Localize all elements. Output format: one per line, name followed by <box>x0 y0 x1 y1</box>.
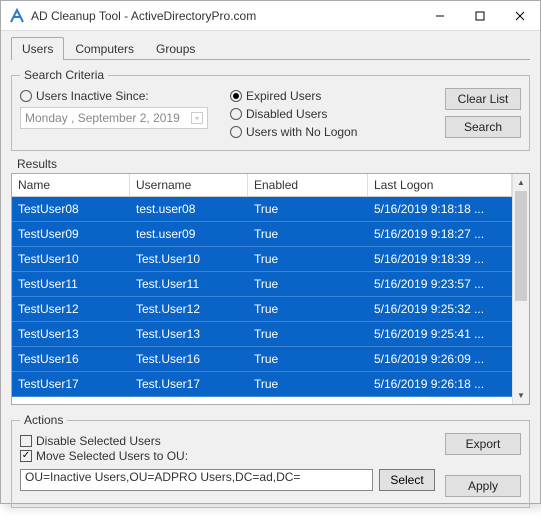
export-button[interactable]: Export <box>445 433 521 455</box>
cell-enabled: True <box>248 227 368 241</box>
minimize-button[interactable] <box>420 1 460 31</box>
results-grid: Name Username Enabled Last Logon TestUse… <box>11 173 530 405</box>
cell-name: TestUser12 <box>12 302 130 316</box>
chevron-down-icon: ▾ <box>191 112 203 124</box>
check-disable-selected[interactable]: Disable Selected Users <box>20 434 435 448</box>
cell-username: Test.User17 <box>130 377 248 391</box>
vertical-scrollbar[interactable]: ▲ ▼ <box>512 174 529 404</box>
table-row[interactable]: TestUser12Test.User12True5/16/2019 9:25:… <box>12 297 512 322</box>
scroll-up-icon[interactable]: ▲ <box>513 174 529 191</box>
radio-icon <box>230 126 242 138</box>
clear-list-button[interactable]: Clear List <box>445 88 521 110</box>
cell-username: test.user09 <box>130 227 248 241</box>
col-header-name[interactable]: Name <box>12 174 130 196</box>
cell-enabled: True <box>248 302 368 316</box>
window-title: AD Cleanup Tool - ActiveDirectoryPro.com <box>31 9 420 23</box>
cell-enabled: True <box>248 327 368 341</box>
cell-username: Test.User16 <box>130 352 248 366</box>
cell-lastlogon: 5/16/2019 9:18:39 ... <box>368 252 512 266</box>
cell-name: TestUser10 <box>12 252 130 266</box>
search-criteria-legend: Search Criteria <box>20 68 108 82</box>
cell-enabled: True <box>248 277 368 291</box>
table-row[interactable]: TestUser09test.user09True5/16/2019 9:18:… <box>12 222 512 247</box>
select-ou-button[interactable]: Select <box>379 469 435 491</box>
cell-name: TestUser17 <box>12 377 130 391</box>
radio-disabled-users[interactable]: Disabled Users <box>230 107 421 121</box>
date-picker[interactable]: Monday , September 2, 2019 ▾ <box>20 107 208 129</box>
actions-legend: Actions <box>20 413 67 427</box>
apply-button[interactable]: Apply <box>445 475 521 497</box>
col-header-enabled[interactable]: Enabled <box>248 174 368 196</box>
radio-label: Users with No Logon <box>246 125 357 139</box>
app-window: AD Cleanup Tool - ActiveDirectoryPro.com… <box>0 0 541 504</box>
checkbox-label: Disable Selected Users <box>36 434 161 448</box>
cell-name: TestUser13 <box>12 327 130 341</box>
cell-enabled: True <box>248 377 368 391</box>
scroll-thumb[interactable] <box>515 191 527 301</box>
titlebar: AD Cleanup Tool - ActiveDirectoryPro.com <box>1 1 540 31</box>
grid-body: TestUser08test.user08True5/16/2019 9:18:… <box>12 197 512 397</box>
cell-username: Test.User13 <box>130 327 248 341</box>
actions-group: Actions Disable Selected Users Move Sele… <box>11 413 530 508</box>
table-row[interactable]: TestUser08test.user08True5/16/2019 9:18:… <box>12 197 512 222</box>
tab-strip: Users Computers Groups <box>11 37 530 60</box>
table-row[interactable]: TestUser10Test.User10True5/16/2019 9:18:… <box>12 247 512 272</box>
cell-lastlogon: 5/16/2019 9:25:41 ... <box>368 327 512 341</box>
radio-expired-users[interactable]: Expired Users <box>230 89 421 103</box>
radio-no-logon[interactable]: Users with No Logon <box>230 125 421 139</box>
col-header-lastlogon[interactable]: Last Logon <box>368 174 512 196</box>
close-button[interactable] <box>500 1 540 31</box>
tab-groups[interactable]: Groups <box>145 37 206 60</box>
client-area: Users Computers Groups Search Criteria U… <box>1 31 540 524</box>
cell-lastlogon: 5/16/2019 9:26:18 ... <box>368 377 512 391</box>
results-label: Results <box>11 157 530 171</box>
radio-label: Expired Users <box>246 89 321 103</box>
table-row[interactable]: TestUser11Test.User11True5/16/2019 9:23:… <box>12 272 512 297</box>
date-value: Monday , September 2, 2019 <box>25 111 180 125</box>
cell-enabled: True <box>248 352 368 366</box>
table-row[interactable]: TestUser16Test.User16True5/16/2019 9:26:… <box>12 347 512 372</box>
cell-name: TestUser08 <box>12 202 130 216</box>
cell-username: Test.User11 <box>130 277 248 291</box>
radio-icon <box>20 90 32 102</box>
cell-lastlogon: 5/16/2019 9:18:27 ... <box>368 227 512 241</box>
radio-label: Users Inactive Since: <box>36 89 149 103</box>
checkbox-icon <box>20 450 32 462</box>
cell-enabled: True <box>248 202 368 216</box>
radio-label: Disabled Users <box>246 107 327 121</box>
checkbox-label: Move Selected Users to OU: <box>36 449 188 463</box>
cell-lastlogon: 5/16/2019 9:18:18 ... <box>368 202 512 216</box>
tab-users[interactable]: Users <box>11 37 64 60</box>
grid-header: Name Username Enabled Last Logon <box>12 174 512 197</box>
cell-username: Test.User12 <box>130 302 248 316</box>
checkbox-icon <box>20 435 32 447</box>
cell-lastlogon: 5/16/2019 9:26:09 ... <box>368 352 512 366</box>
cell-username: test.user08 <box>130 202 248 216</box>
maximize-button[interactable] <box>460 1 500 31</box>
cell-name: TestUser11 <box>12 277 130 291</box>
cell-lastlogon: 5/16/2019 9:23:57 ... <box>368 277 512 291</box>
radio-icon <box>230 90 242 102</box>
radio-inactive-since[interactable]: Users Inactive Since: <box>20 89 220 103</box>
cell-name: TestUser16 <box>12 352 130 366</box>
radio-icon <box>230 108 242 120</box>
cell-name: TestUser09 <box>12 227 130 241</box>
table-row[interactable]: TestUser13Test.User13True5/16/2019 9:25:… <box>12 322 512 347</box>
search-criteria-group: Search Criteria Users Inactive Since: Mo… <box>11 68 530 151</box>
cell-lastlogon: 5/16/2019 9:25:32 ... <box>368 302 512 316</box>
tab-computers[interactable]: Computers <box>64 37 145 60</box>
col-header-username[interactable]: Username <box>130 174 248 196</box>
app-logo-icon <box>9 8 25 24</box>
ou-input[interactable]: OU=Inactive Users,OU=ADPRO Users,DC=ad,D… <box>20 469 373 491</box>
check-move-to-ou[interactable]: Move Selected Users to OU: <box>20 449 435 463</box>
search-button[interactable]: Search <box>445 116 521 138</box>
table-row[interactable]: TestUser17Test.User17True5/16/2019 9:26:… <box>12 372 512 397</box>
cell-username: Test.User10 <box>130 252 248 266</box>
scroll-down-icon[interactable]: ▼ <box>513 387 529 404</box>
cell-enabled: True <box>248 252 368 266</box>
scroll-track[interactable] <box>513 191 529 387</box>
